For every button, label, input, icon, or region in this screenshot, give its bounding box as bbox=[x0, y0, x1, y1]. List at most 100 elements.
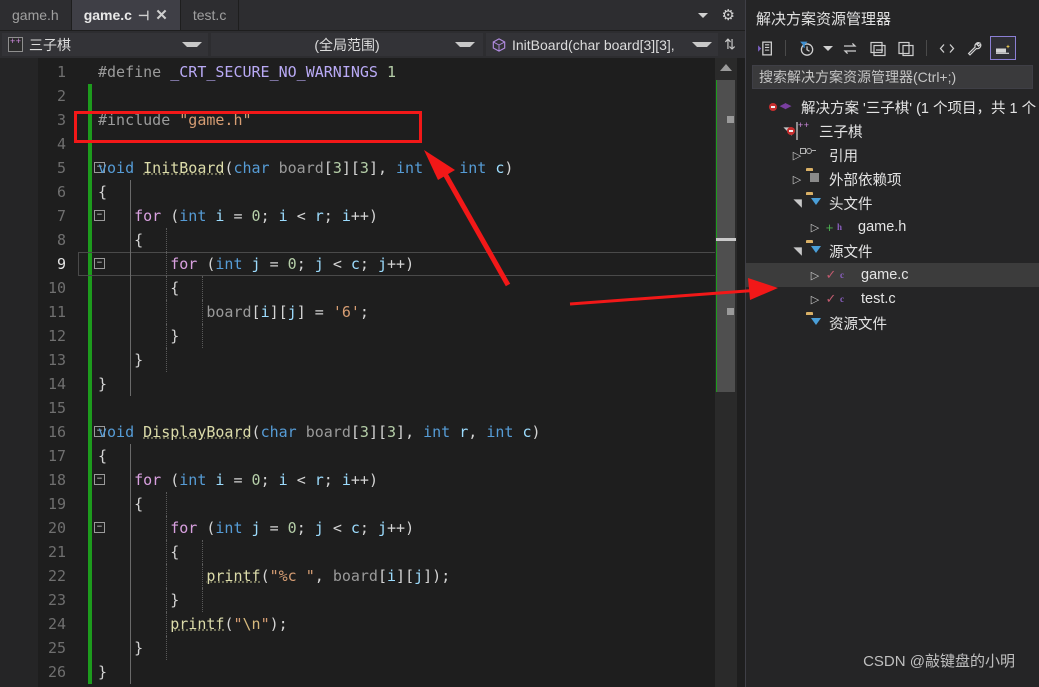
h-file-icon: h bbox=[837, 222, 843, 232]
tree-item[interactable]: ▷ 引用 bbox=[746, 143, 1039, 167]
tree-item-label: game.c bbox=[861, 267, 909, 283]
code-line[interactable]: 21 { bbox=[0, 540, 745, 564]
tab-game-h[interactable]: game.h bbox=[0, 0, 72, 30]
tree-item[interactable]: ◢三子棋 bbox=[746, 119, 1039, 143]
tree-item[interactable]: ◢ 源文件 bbox=[746, 239, 1039, 263]
tree-item[interactable]: ▷ 外部依赖项 bbox=[746, 167, 1039, 191]
code-line[interactable]: 3 #include "game.h" bbox=[0, 108, 745, 132]
scrollbar-thumb[interactable] bbox=[717, 80, 735, 392]
code-line[interactable]: 8 { bbox=[0, 228, 745, 252]
change-bar bbox=[88, 468, 92, 492]
chevron-down-icon[interactable]: ◢ bbox=[791, 194, 804, 212]
solution-explorer-search-input[interactable]: 搜索解决方案资源管理器(Ctrl+;) bbox=[752, 65, 1033, 89]
tab-label: game.c bbox=[83, 7, 132, 23]
code-line[interactable]: 17 { bbox=[0, 444, 745, 468]
tree-item-label: 三子棋 bbox=[819, 124, 863, 141]
tree-item[interactable]: ◢ 头文件 bbox=[746, 191, 1039, 215]
tab-test-c[interactable]: test.c bbox=[180, 0, 240, 30]
member-dropdown[interactable]: InitBoard(char board[3][3], bbox=[486, 33, 718, 56]
code-line[interactable]: 13 } bbox=[0, 348, 745, 372]
tree-item-label: game.h bbox=[858, 219, 907, 235]
pin-icon[interactable]: ⊣ bbox=[138, 9, 149, 22]
code-line[interactable]: 6{ bbox=[0, 180, 745, 204]
line-number: 2 bbox=[56, 87, 66, 105]
code-text: } bbox=[170, 327, 180, 345]
preview-selected-icon[interactable] bbox=[990, 36, 1016, 60]
global-scope-dropdown[interactable]: (全局范围) bbox=[211, 33, 483, 56]
document-tab-strip: game.h game.c ⊣ ✕ test.c ⚙ bbox=[0, 0, 745, 30]
change-bar bbox=[88, 636, 92, 660]
code-line[interactable]: 24 printf("\n"); bbox=[0, 612, 745, 636]
code-lines[interactable]: 1 #define _CRT_SECURE_NO_WARNINGS 1 2 3 #inc… bbox=[0, 60, 745, 684]
change-bar bbox=[88, 156, 92, 180]
tab-label: game.h bbox=[12, 7, 59, 23]
tree-item-label: test.c bbox=[861, 291, 896, 307]
tab-game-c[interactable]: game.c ⊣ ✕ bbox=[71, 0, 181, 30]
chevron-down-icon[interactable] bbox=[182, 42, 202, 47]
code-line[interactable]: 15 bbox=[0, 396, 745, 420]
chevron-right-icon[interactable]: ▷ bbox=[788, 173, 806, 186]
copy-icon[interactable] bbox=[893, 36, 919, 60]
change-bar bbox=[88, 612, 92, 636]
line-number: 25 bbox=[47, 639, 66, 657]
chevron-right-icon[interactable]: ▷ bbox=[806, 221, 824, 234]
project-scope-dropdown[interactable]: 三子棋 bbox=[2, 33, 208, 56]
change-bar bbox=[88, 108, 92, 132]
line-number: 24 bbox=[47, 615, 66, 633]
code-line[interactable]: 11 board[i][j] = '6'; bbox=[0, 300, 745, 324]
code-line[interactable]: 26} bbox=[0, 660, 745, 684]
tree-item[interactable]: ◂▸ 解决方案 '三子棋' (1 个项目，共 1 个 bbox=[746, 95, 1039, 119]
code-line[interactable]: 12 } bbox=[0, 324, 745, 348]
pending-changes-clock-icon[interactable] bbox=[793, 36, 819, 60]
change-bar bbox=[88, 588, 92, 612]
close-icon[interactable]: ✕ bbox=[155, 8, 168, 23]
code-line[interactable]: 19 { bbox=[0, 492, 745, 516]
code-line[interactable]: 22 printf("%c ", board[i][j]); bbox=[0, 564, 745, 588]
chevron-down-icon[interactable] bbox=[821, 36, 835, 60]
tree-item[interactable]: ▷ + h game.h bbox=[746, 215, 1039, 239]
chevron-down-icon[interactable]: ◢ bbox=[791, 242, 804, 260]
editor-vertical-scrollbar[interactable] bbox=[715, 58, 737, 687]
code-line[interactable]: 4 bbox=[0, 132, 745, 156]
show-all-files-icon[interactable] bbox=[934, 36, 960, 60]
code-line[interactable]: 1 #define _CRT_SECURE_NO_WARNINGS 1 bbox=[0, 60, 745, 84]
chevron-down-icon[interactable] bbox=[455, 42, 475, 47]
code-line[interactable]: 16− void DisplayBoard(char board[3][3], i… bbox=[0, 420, 745, 444]
indent-guide bbox=[202, 324, 204, 348]
gear-icon[interactable]: ⚙ bbox=[722, 8, 735, 23]
tree-item[interactable]: 资源文件 bbox=[746, 311, 1039, 335]
chevron-down-icon[interactable] bbox=[697, 12, 708, 18]
code-line[interactable]: 25 } bbox=[0, 636, 745, 660]
collapse-all-icon[interactable] bbox=[865, 36, 891, 60]
solution-tree[interactable]: ◂▸解决方案 '三子棋' (1 个项目，共 1 个◢三子棋▷引用▷外部依赖项◢头… bbox=[746, 89, 1039, 335]
code-line[interactable]: 9− for (int j = 0; j < c; j++) bbox=[0, 252, 745, 276]
split-view-icon[interactable]: ⇅ bbox=[719, 31, 741, 58]
code-line[interactable]: 2 bbox=[0, 84, 745, 108]
scroll-up-arrow-icon[interactable] bbox=[720, 64, 732, 71]
home-icon[interactable] bbox=[752, 36, 778, 60]
sync-icon[interactable] bbox=[837, 36, 863, 60]
search-placeholder: 搜索解决方案资源管理器(Ctrl+;) bbox=[759, 69, 957, 85]
code-line[interactable]: 7− for (int i = 0; i < r; i++) bbox=[0, 204, 745, 228]
tree-item[interactable]: ▷ ✓ c test.c bbox=[746, 287, 1039, 311]
chevron-down-icon[interactable] bbox=[692, 42, 712, 47]
tab-label: test.c bbox=[192, 7, 227, 23]
solution-explorer-panel: 解决方案资源管理器 搜索解决方案资源管理器(Ctrl+;) ◂▸ 解决方案 '三… bbox=[745, 0, 1039, 687]
code-line[interactable]: 23 } bbox=[0, 588, 745, 612]
code-text: for (int i = 0; i < r; i++) bbox=[134, 471, 378, 489]
code-line[interactable]: 20− for (int j = 0; j < c; j++) bbox=[0, 516, 745, 540]
code-line[interactable]: 18− for (int i = 0; i < r; i++) bbox=[0, 468, 745, 492]
chevron-right-icon[interactable]: ▷ bbox=[806, 269, 824, 282]
properties-wrench-icon[interactable] bbox=[962, 36, 988, 60]
line-number: 3 bbox=[56, 111, 66, 129]
code-line[interactable]: 14} bbox=[0, 372, 745, 396]
line-number: 5 bbox=[56, 159, 66, 177]
tree-item-selected[interactable]: ▷ ✓ c game.c bbox=[746, 263, 1039, 287]
code-editor-surface[interactable]: 1 #define _CRT_SECURE_NO_WARNINGS 1 2 3 #inc… bbox=[0, 58, 745, 687]
line-number: 23 bbox=[47, 591, 66, 609]
c-file-icon: c bbox=[840, 294, 844, 304]
code-line[interactable]: 5− void InitBoard(char board[3][3], int r… bbox=[0, 156, 745, 180]
chevron-right-icon[interactable]: ▷ bbox=[806, 293, 824, 306]
member-label: InitBoard(char board[3][3], bbox=[512, 36, 675, 53]
code-line[interactable]: 10 { bbox=[0, 276, 745, 300]
